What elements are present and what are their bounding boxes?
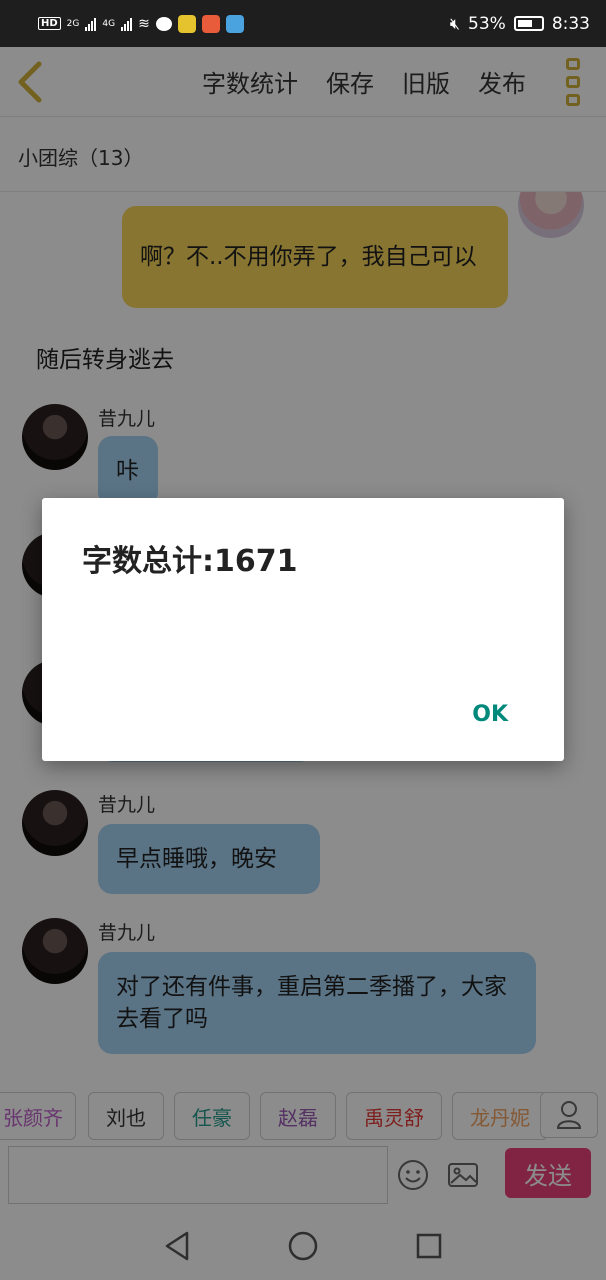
status-right: 🔇︎ 53% 8:33 [450,14,590,34]
word-count-dialog: 字数总计:1671 OK [42,498,564,761]
network-type-2: 4G [102,18,116,29]
app-icon-yellow [177,14,196,33]
video-app-icon [225,14,244,33]
message-app-icon [155,16,172,31]
network-type-1: 2G [66,18,80,29]
hd-indicator: HD [38,17,61,30]
wifi-icon: ≋ [138,15,150,32]
clock: 8:33 [551,13,590,34]
status-left: HD 2G 4G ≋ [38,14,244,33]
ok-button[interactable]: OK [472,702,508,727]
battery-percent: 53% [468,13,506,34]
status-bar: HD 2G 4G ≋ 🔇︎ 53% 8:33 [0,0,606,47]
signal-icon-2 [121,17,133,31]
signal-icon [85,17,97,31]
mute-icon: 🔇︎ [449,13,461,33]
dialog-message: 字数总计:1671 [82,544,298,579]
battery-icon [513,16,544,31]
weibo-icon [201,14,220,33]
